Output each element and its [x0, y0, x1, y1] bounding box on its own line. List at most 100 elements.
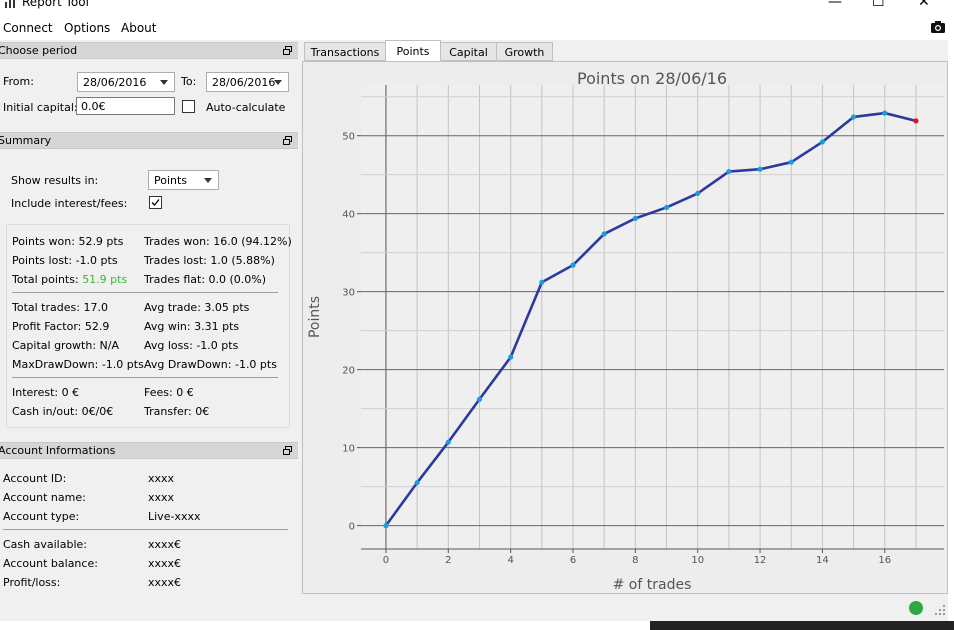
account-balance-label: Account balance: — [3, 557, 98, 570]
close-button[interactable]: ✕ — [918, 0, 930, 10]
desktop-taskbar — [650, 621, 954, 630]
chart-title: Points on 28/06/16 — [577, 69, 727, 88]
total-points-label: Total points: — [12, 273, 79, 286]
x-tick-label: 0 — [383, 555, 389, 566]
account-name-label: Account name: — [3, 491, 86, 504]
y-tick-label: 0 — [349, 522, 355, 533]
include-fees-checkbox[interactable] — [149, 196, 162, 209]
divider — [3, 529, 288, 530]
avg-drawdown: Avg DrawDown: -1.0 pts — [144, 358, 277, 371]
account-info-header: Account Informations — [0, 442, 298, 459]
restore-window-icon[interactable] — [283, 45, 292, 55]
data-point — [570, 262, 576, 268]
initial-capital-input[interactable]: 0.0€ — [76, 97, 175, 115]
y-tick-label: 50 — [342, 132, 355, 143]
chevron-down-icon — [160, 80, 168, 85]
data-point — [663, 204, 670, 211]
profit-loss-label: Profit/loss: — [3, 576, 61, 589]
choose-period-title: Choose period — [0, 44, 78, 57]
desktop-strip — [0, 621, 954, 630]
auto-calculate-checkbox[interactable] — [182, 100, 195, 113]
data-point — [695, 190, 701, 196]
camera-icon[interactable] — [930, 20, 946, 34]
data-point — [476, 396, 483, 402]
x-tick-label: 16 — [878, 555, 891, 566]
data-point — [726, 168, 732, 175]
data-point — [819, 139, 826, 145]
maximize-button[interactable]: ☐ — [872, 0, 885, 10]
window-edge — [948, 40, 954, 621]
x-tick-label: 8 — [632, 555, 638, 566]
capital-growth: Capital growth: N/A — [12, 339, 120, 352]
restore-window-icon[interactable] — [283, 135, 292, 145]
show-results-select[interactable]: Points — [148, 170, 219, 190]
status-bar — [0, 597, 954, 621]
x-tick-label: 6 — [570, 555, 576, 566]
x-tick-label: 10 — [691, 555, 704, 566]
y-axis-label: Points — [307, 296, 323, 338]
data-point — [757, 166, 763, 172]
to-label: To: — [181, 75, 197, 88]
profit-factor: Profit Factor: 52.9 — [12, 320, 110, 333]
points-lost: Points lost: -1.0 pts — [12, 254, 118, 267]
x-tick-label: 4 — [507, 555, 513, 566]
tab-bar: Transactions Points Capital Growth — [302, 40, 952, 62]
profit-loss-value: xxxx€ — [148, 576, 182, 589]
data-point — [601, 231, 607, 237]
show-results-value: Points — [154, 174, 188, 187]
tab-points[interactable]: Points — [385, 40, 441, 62]
trades-lost: Trades lost: 1.0 (5.88%) — [144, 254, 275, 267]
interest: Interest: 0 € — [12, 386, 80, 399]
menu-options[interactable]: Options — [64, 21, 110, 35]
account-type-value: Live-xxxx — [148, 510, 201, 523]
resize-grip-icon[interactable] — [934, 604, 946, 616]
to-date-picker[interactable]: 28/06/2016 — [206, 72, 289, 92]
account-type-label: Account type: — [3, 510, 80, 523]
data-point — [445, 439, 451, 445]
menu-connect[interactable]: Connect — [3, 21, 53, 35]
cash-in-out: Cash in/out: 0€/0€ — [12, 405, 114, 418]
initial-capital-label: Initial capital: — [3, 101, 78, 114]
to-date-value: 28/06/2016 — [212, 76, 276, 89]
account-balance-value: xxxx€ — [148, 557, 182, 570]
x-tick-label: 12 — [754, 555, 767, 566]
show-results-label: Show results in: — [11, 174, 99, 187]
from-date-value: 28/06/2016 — [83, 76, 147, 89]
menu-about[interactable]: About — [121, 21, 156, 35]
data-point — [788, 159, 794, 165]
chevron-down-icon — [274, 80, 282, 85]
minimize-button[interactable]: — — [828, 0, 842, 10]
account-info-title: Account Informations — [0, 444, 116, 457]
data-point — [508, 354, 514, 360]
total-trades: Total trades: 17.0 — [12, 301, 108, 314]
max-drawdown: MaxDrawDown: -1.0 pts — [12, 358, 144, 371]
y-tick-label: 40 — [342, 210, 355, 221]
tab-capital[interactable]: Capital — [440, 42, 497, 61]
divider — [12, 377, 278, 378]
choose-period-header: Choose period — [0, 42, 298, 59]
restore-window-icon[interactable] — [283, 445, 292, 455]
cash-available-value: xxxx€ — [148, 538, 182, 551]
y-tick-label: 30 — [342, 288, 355, 299]
trades-won: Trades won: 16.0 (94.12%) — [144, 235, 292, 248]
tab-transactions[interactable]: Transactions — [304, 42, 386, 61]
points-chart-svg: 0 2 4 6 8 10 12 14 16 0 10 20 30 40 50 Points on 28/06/… — [307, 69, 944, 593]
data-point — [882, 110, 888, 116]
account-name-value: xxxx — [148, 491, 175, 504]
data-point — [383, 523, 389, 529]
cash-available-label: Cash available: — [3, 538, 87, 551]
total-points-value: 51.9 pts — [82, 273, 128, 286]
avg-win: Avg win: 3.31 pts — [144, 320, 240, 333]
points-chart: 0 2 4 6 8 10 12 14 16 0 10 20 30 40 50 Points on 28/06/… — [303, 62, 947, 593]
from-date-picker[interactable]: 28/06/2016 — [77, 72, 175, 92]
data-point — [414, 480, 420, 486]
chevron-down-icon — [204, 178, 212, 183]
y-tick-label: 10 — [342, 444, 355, 455]
tab-growth[interactable]: Growth — [496, 42, 553, 61]
from-label: From: — [3, 75, 34, 88]
title-bar: Report Tool — ☐ ✕ — [0, 0, 954, 14]
window-title: Report Tool — [22, 0, 89, 9]
divider — [12, 292, 278, 293]
data-point — [539, 279, 545, 285]
include-fees-label: Include interest/fees: — [11, 197, 128, 210]
